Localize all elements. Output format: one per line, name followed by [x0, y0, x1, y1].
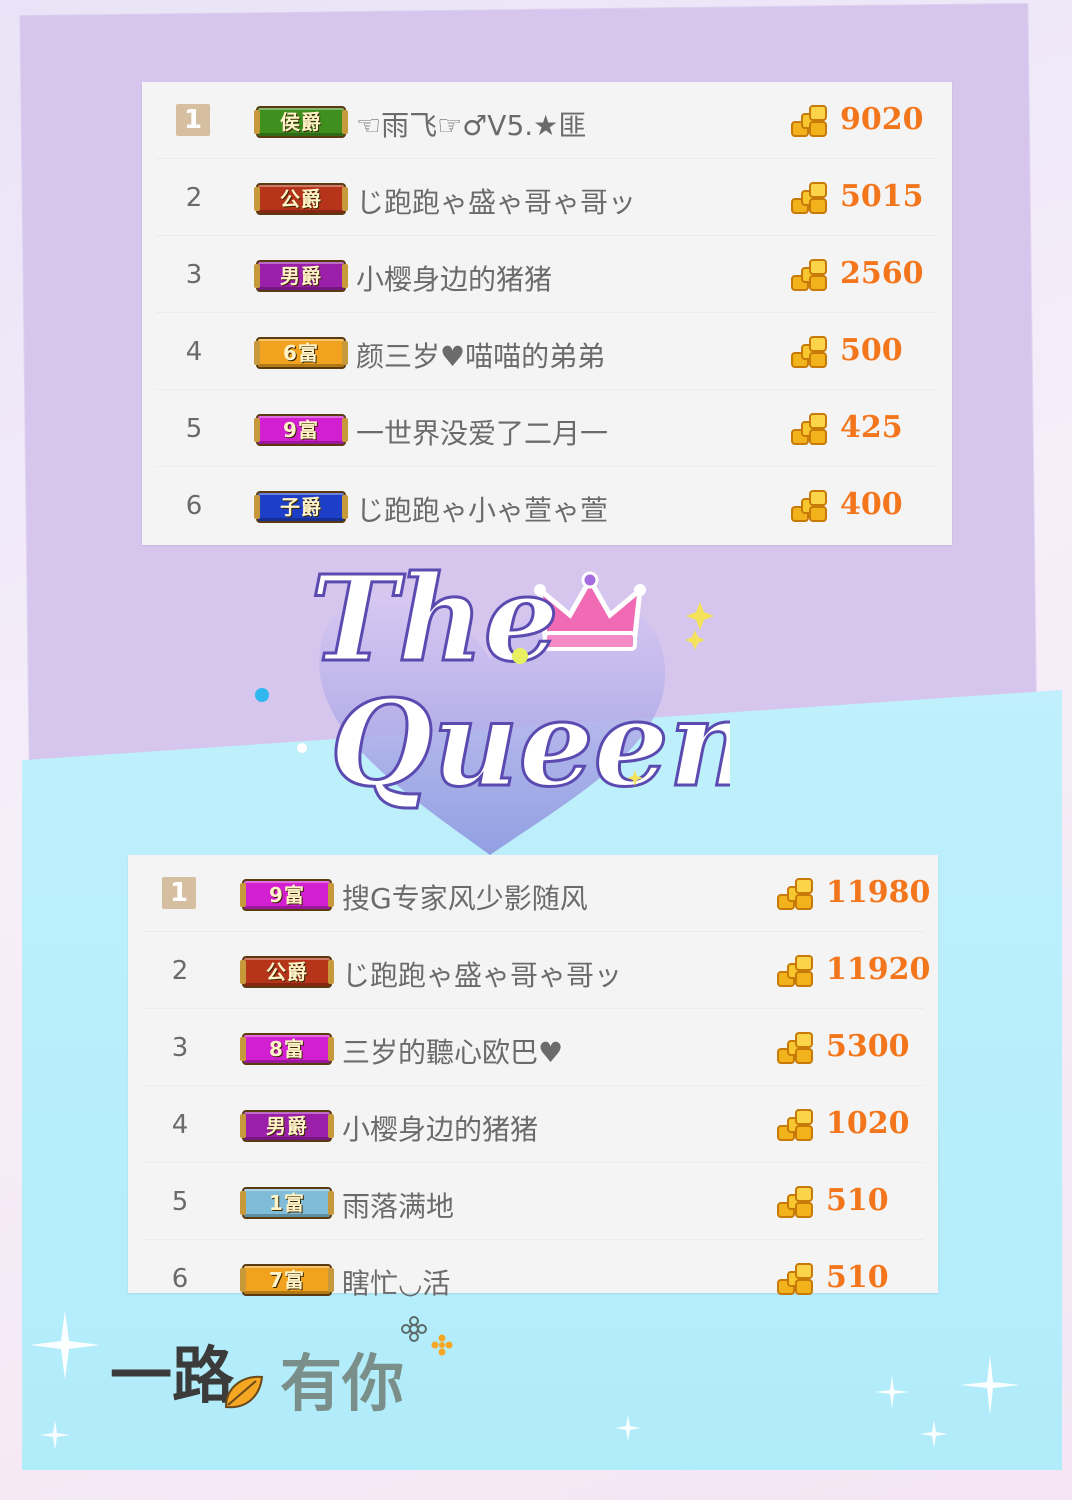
player-name[interactable]: 雨落满地	[342, 1185, 454, 1225]
footer-text-part1: 一路	[110, 1339, 235, 1412]
gold-coins-icon	[791, 105, 827, 137]
gold-coins-icon	[777, 878, 813, 910]
footer-word-art: 一路 有你	[110, 1315, 490, 1425]
gold-coins-icon	[777, 1109, 813, 1141]
title-badge: 男爵	[254, 260, 348, 292]
gold-coins-icon	[777, 1186, 813, 1218]
title-badge: 8富	[240, 1033, 334, 1065]
score-value: 5015	[840, 179, 924, 214]
player-name[interactable]: 一世界没爱了二月一	[356, 412, 608, 452]
player-name[interactable]: 小樱身边的猪猪	[342, 1108, 538, 1148]
rank-number: 1	[162, 877, 196, 909]
sparkle-icon	[920, 1420, 948, 1448]
score-value: 9020	[840, 102, 924, 137]
score-value: 425	[840, 410, 903, 445]
title-badge: 子爵	[254, 491, 348, 523]
rank-number: 3	[185, 260, 203, 290]
rank-number: 6	[185, 491, 203, 521]
rank-number: 2	[185, 183, 203, 213]
gold-coins-icon	[791, 336, 827, 368]
score-value: 500	[840, 333, 903, 368]
leaderboard-row: 2 公爵 じ跑跑ゃ盛ゃ哥ゃ哥ッ 5015	[156, 159, 938, 236]
score-value: 2560	[840, 256, 924, 291]
score-value: 11980	[826, 875, 931, 910]
rank-number: 4	[185, 337, 203, 367]
score-value: 1020	[826, 1106, 910, 1141]
gold-coins-icon	[777, 955, 813, 987]
title-badge: 男爵	[240, 1110, 334, 1142]
rank-number: 5	[185, 414, 203, 444]
logo-line1: The	[310, 549, 559, 688]
player-name[interactable]: じ跑跑ゃ盛ゃ哥ゃ哥ッ	[342, 954, 622, 994]
gold-coins-icon	[791, 182, 827, 214]
rank-number: 3	[171, 1033, 189, 1063]
rank-number: 4	[171, 1110, 189, 1140]
sparkle-icon	[40, 1420, 70, 1450]
title-badge: 侯爵	[254, 106, 348, 138]
leaderboard-row: 4 男爵 小樱身边的猪猪 1020	[142, 1086, 924, 1163]
gold-coins-icon	[791, 490, 827, 522]
leaderboard-row: 1 侯爵 ☜雨飞☞♂V5.★匪 9020	[156, 82, 938, 159]
rank-number: 2	[171, 956, 189, 986]
player-name[interactable]: ☜雨飞☞♂V5.★匪	[356, 104, 586, 144]
leaderboard-row: 6 7富 瞎忙◡活 510	[142, 1240, 924, 1316]
gold-coins-icon	[791, 413, 827, 445]
gold-coins-icon	[777, 1263, 813, 1295]
score-value: 510	[826, 1260, 889, 1295]
score-value: 400	[840, 487, 903, 522]
title-badge: 公爵	[254, 183, 348, 215]
title-badge: 1富	[240, 1187, 334, 1219]
the-queen-logo: The Queen	[255, 548, 730, 855]
leaderboard-row: 2 公爵 じ跑跑ゃ盛ゃ哥ゃ哥ッ 11920	[142, 932, 930, 1009]
sparkle-icon	[875, 1375, 909, 1409]
sparkle-icon	[960, 1355, 1020, 1415]
rank-number: 5	[171, 1187, 189, 1217]
leaderboard-row: 5 1富 雨落满地 510	[142, 1163, 924, 1240]
rank-number: 1	[176, 104, 210, 136]
title-badge: 9富	[254, 414, 348, 446]
leaderboard-row: 3 男爵 小樱身边的猪猪 2560	[156, 236, 938, 313]
sparkle-icon	[30, 1310, 100, 1380]
player-name[interactable]: 颜三岁♥喵喵的弟弟	[356, 335, 605, 375]
title-badge: 6富	[254, 337, 348, 369]
flower-icon	[401, 1316, 453, 1356]
leaf-icon	[224, 1375, 264, 1409]
leaderboard-row: 3 8富 三岁的聽心欧巴♥ 5300	[142, 1009, 924, 1086]
player-name[interactable]: 搜G专家风少影随风	[342, 877, 588, 917]
player-name[interactable]: 三岁的聽心欧巴♥	[342, 1031, 563, 1071]
leaderboard-top: 1 侯爵 ☜雨飞☞♂V5.★匪 9020 2 公爵 じ跑跑ゃ盛ゃ哥ゃ哥ッ 5015 3 男爵 小樱身…	[142, 82, 952, 545]
player-name[interactable]: 瞎忙◡活	[342, 1262, 450, 1302]
score-value: 11920	[826, 952, 931, 987]
rank-number: 6	[171, 1264, 189, 1294]
title-badge: 7富	[240, 1264, 334, 1296]
title-badge: 公爵	[240, 956, 334, 988]
gold-coins-icon	[777, 1032, 813, 1064]
sparkle-icon	[615, 1415, 641, 1441]
footer-text-part2: 有你	[280, 1347, 405, 1420]
gold-coins-icon	[791, 259, 827, 291]
leaderboard-row: 5 9富 一世界没爱了二月一 425	[156, 390, 938, 467]
title-badge: 9富	[240, 879, 334, 911]
score-value: 5300	[826, 1029, 910, 1064]
player-name[interactable]: 小樱身边的猪猪	[356, 258, 552, 298]
leaderboard-bottom: 1 9富 搜G专家风少影随风 11980 2 公爵 じ跑跑ゃ盛ゃ哥ゃ哥ッ 11920 3 8富 三岁…	[128, 855, 938, 1300]
leaderboard-row: 4 6富 颜三岁♥喵喵的弟弟 500	[156, 313, 938, 390]
player-name[interactable]: じ跑跑ゃ盛ゃ哥ゃ哥ッ	[356, 181, 636, 221]
logo-line2: Queen	[330, 674, 730, 813]
score-value: 510	[826, 1183, 889, 1218]
